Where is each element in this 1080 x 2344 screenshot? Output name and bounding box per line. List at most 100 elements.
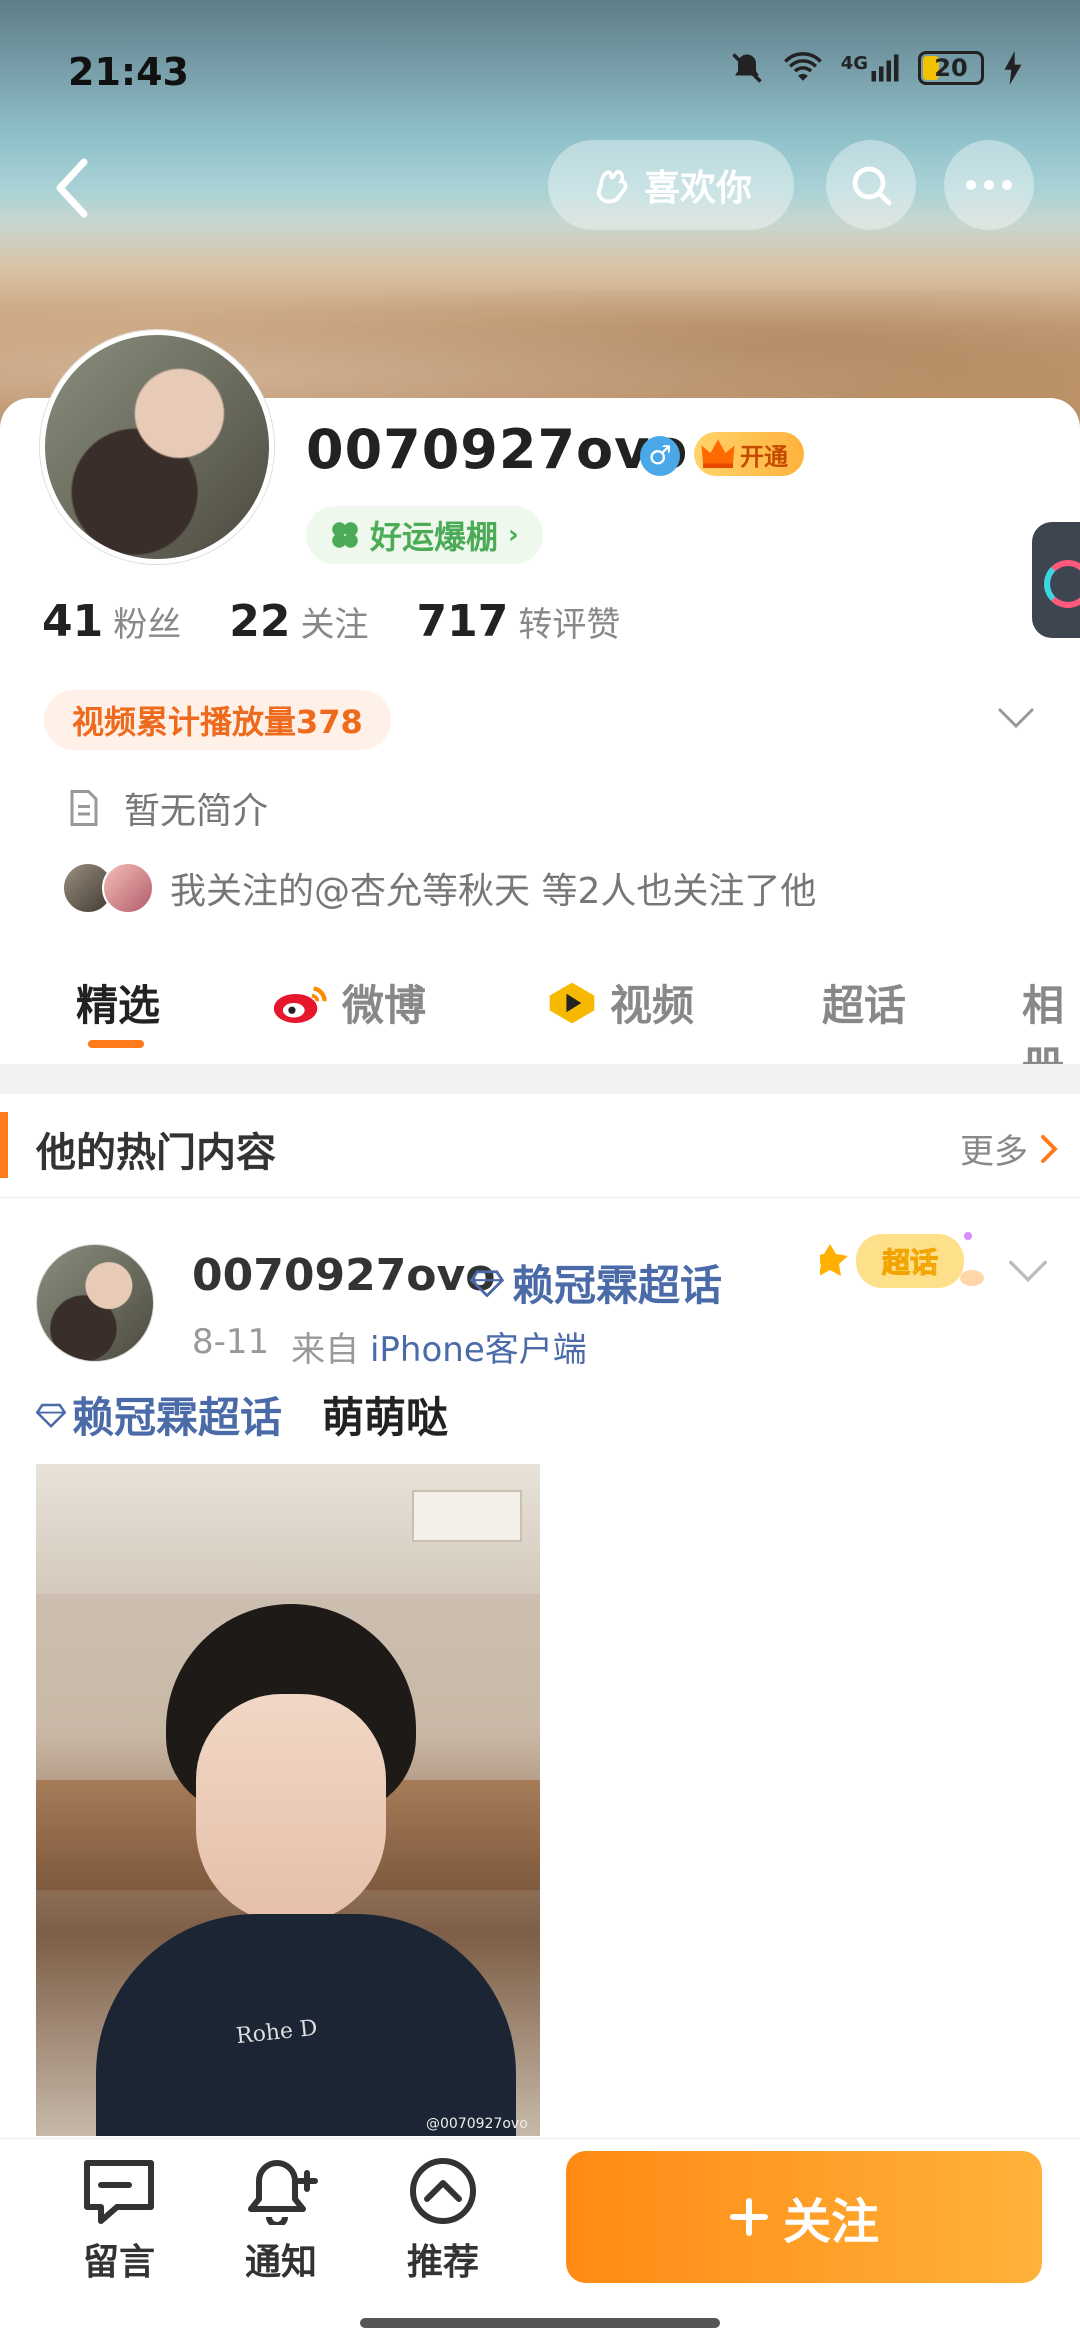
luck-chip[interactable]: 好运爆棚 ›: [306, 506, 543, 564]
search-button[interactable]: [826, 140, 916, 230]
post-date: 8-11: [192, 1322, 270, 1362]
profile-intro: 暂无简介: [66, 782, 268, 834]
post-card[interactable]: 0070927ovo 赖冠霖超话 8-11 来自 iPhone客户端 超话 赖冠…: [0, 1198, 1080, 2138]
recommend-label: 推荐: [406, 2242, 479, 2283]
bottom-action-bar: 留言 通知 推荐 关注: [0, 2138, 1080, 2344]
post-client[interactable]: iPhone客户端: [370, 1330, 587, 1370]
up-circle-icon: [410, 2158, 476, 2224]
supertopic-sticker-icon: 超话: [820, 1232, 984, 1288]
avatar: [102, 862, 154, 914]
stat-number: 41: [42, 596, 104, 647]
home-indicator[interactable]: [360, 2318, 720, 2328]
clover-icon: [332, 522, 358, 548]
notify-button[interactable]: 通知: [226, 2157, 336, 2285]
chevron-down-icon: [1009, 1260, 1047, 1282]
profile-avatar[interactable]: [40, 330, 274, 564]
mute-bell-icon: [729, 50, 765, 86]
photo-watermark: @0070927ovo: [426, 2116, 528, 2132]
message-button[interactable]: 留言: [64, 2157, 174, 2285]
stat-label: 粉丝: [113, 605, 182, 645]
status-bar: 21:43 4G 20: [0, 40, 1080, 110]
vip-open-badge[interactable]: 开通: [694, 432, 804, 476]
follow-label: 关注: [782, 2194, 879, 2250]
back-button[interactable]: [36, 152, 108, 224]
post-photo[interactable]: Rohe D @0070927ovo: [36, 1464, 540, 2136]
supertopic-label: 赖冠霖超话: [512, 1261, 723, 1310]
stat-fans[interactable]: 41 粉丝: [42, 596, 181, 647]
profile-username: 0070927ovo: [306, 418, 689, 481]
chevron-left-icon: [56, 158, 88, 218]
profile-tabs: 精选 微博 视频 超话 相册: [0, 946, 1080, 1091]
message-icon: [84, 2160, 154, 2224]
status-icons: 4G 20: [729, 50, 1024, 86]
post-topic-link[interactable]: 赖冠霖超话: [36, 1384, 282, 1445]
stat-following[interactable]: 22 关注: [229, 596, 368, 647]
diamond-icon: [470, 1269, 504, 1297]
message-label: 留言: [82, 2242, 155, 2283]
hot-content-header: 他的热门内容 更多: [0, 1094, 1080, 1198]
tab-weibo[interactable]: 微博: [272, 972, 426, 1033]
more-link[interactable]: 更多: [960, 1124, 1058, 1173]
section-accent-bar: [0, 1112, 8, 1178]
tab-label: 超话: [822, 981, 907, 1030]
post-options-button[interactable]: [1006, 1258, 1050, 1288]
mutual-avatars: [62, 862, 154, 914]
chevron-down-icon: [998, 708, 1034, 729]
plus-icon: [729, 2198, 768, 2236]
network-type: 4G: [840, 53, 868, 74]
video-icon: [549, 982, 595, 1023]
weibo-icon: [273, 985, 327, 1023]
hand-heart-icon: [596, 170, 628, 204]
like-you-button[interactable]: 喜欢你: [548, 140, 794, 230]
search-icon: [852, 166, 892, 206]
crown-icon: [701, 439, 735, 468]
stat-label: 转评赞: [518, 605, 621, 645]
mutual-follow[interactable]: 我关注的@杏允等秋天 等2人也关注了他: [62, 862, 816, 914]
vip-open-label: 开通: [740, 442, 788, 471]
tab-label: 微博: [342, 981, 427, 1030]
charging-icon: [1002, 51, 1024, 85]
stat-number: 717: [416, 596, 509, 647]
tab-video[interactable]: 视频: [546, 972, 694, 1033]
luck-label: 好运爆棚: [370, 518, 499, 556]
follow-button[interactable]: 关注: [566, 2151, 1042, 2283]
more-button[interactable]: [944, 140, 1034, 230]
post-avatar[interactable]: [36, 1244, 154, 1362]
wifi-icon: [783, 52, 823, 84]
diamond-icon: [36, 1403, 66, 1428]
like-you-label: 喜欢你: [643, 168, 752, 209]
tab-label: 视频: [610, 981, 695, 1030]
top-nav: 喜欢你: [0, 140, 1080, 232]
post-content: 萌萌哒: [322, 1393, 449, 1442]
chevron-right-icon: ›: [508, 520, 519, 550]
active-tab-indicator: [88, 1040, 144, 1048]
tab-supertopic[interactable]: 超话: [822, 972, 906, 1033]
male-icon: ♂: [640, 436, 680, 476]
sticker-text: 超话: [882, 1246, 938, 1279]
expand-button[interactable]: [996, 706, 1036, 734]
recommend-button[interactable]: 推荐: [388, 2157, 498, 2285]
tab-featured[interactable]: 精选: [76, 972, 160, 1033]
section-divider: [0, 1064, 1080, 1094]
bell-plus-icon: [248, 2160, 318, 2225]
notify-label: 通知: [244, 2242, 317, 2283]
tab-label: 精选: [76, 981, 161, 1030]
hot-content-title: 他的热门内容: [36, 1130, 276, 1176]
battery-level: 20: [934, 54, 968, 82]
stat-interactions[interactable]: 717 转评赞: [416, 596, 620, 647]
post-username[interactable]: 0070927ovo: [192, 1250, 495, 1301]
stat-number: 22: [229, 596, 291, 647]
status-time: 21:43: [68, 50, 189, 94]
post-meta: 8-11 来自 iPhone客户端: [192, 1322, 587, 1371]
video-play-count-chip[interactable]: 视频累计播放量378: [44, 690, 391, 750]
stat-label: 关注: [300, 605, 369, 645]
post-supertopic[interactable]: 赖冠霖超话: [470, 1252, 722, 1313]
signal-icon: 4G: [841, 53, 900, 83]
battery-indicator: 20: [918, 51, 984, 85]
post-from-label: 来自: [291, 1330, 360, 1370]
floating-app-icon[interactable]: [1032, 522, 1080, 638]
post-text: 赖冠霖超话 萌萌哒: [36, 1384, 448, 1445]
document-icon: [70, 790, 98, 826]
chevron-right-icon: [1041, 1134, 1058, 1163]
more-label: 更多: [960, 1132, 1028, 1172]
